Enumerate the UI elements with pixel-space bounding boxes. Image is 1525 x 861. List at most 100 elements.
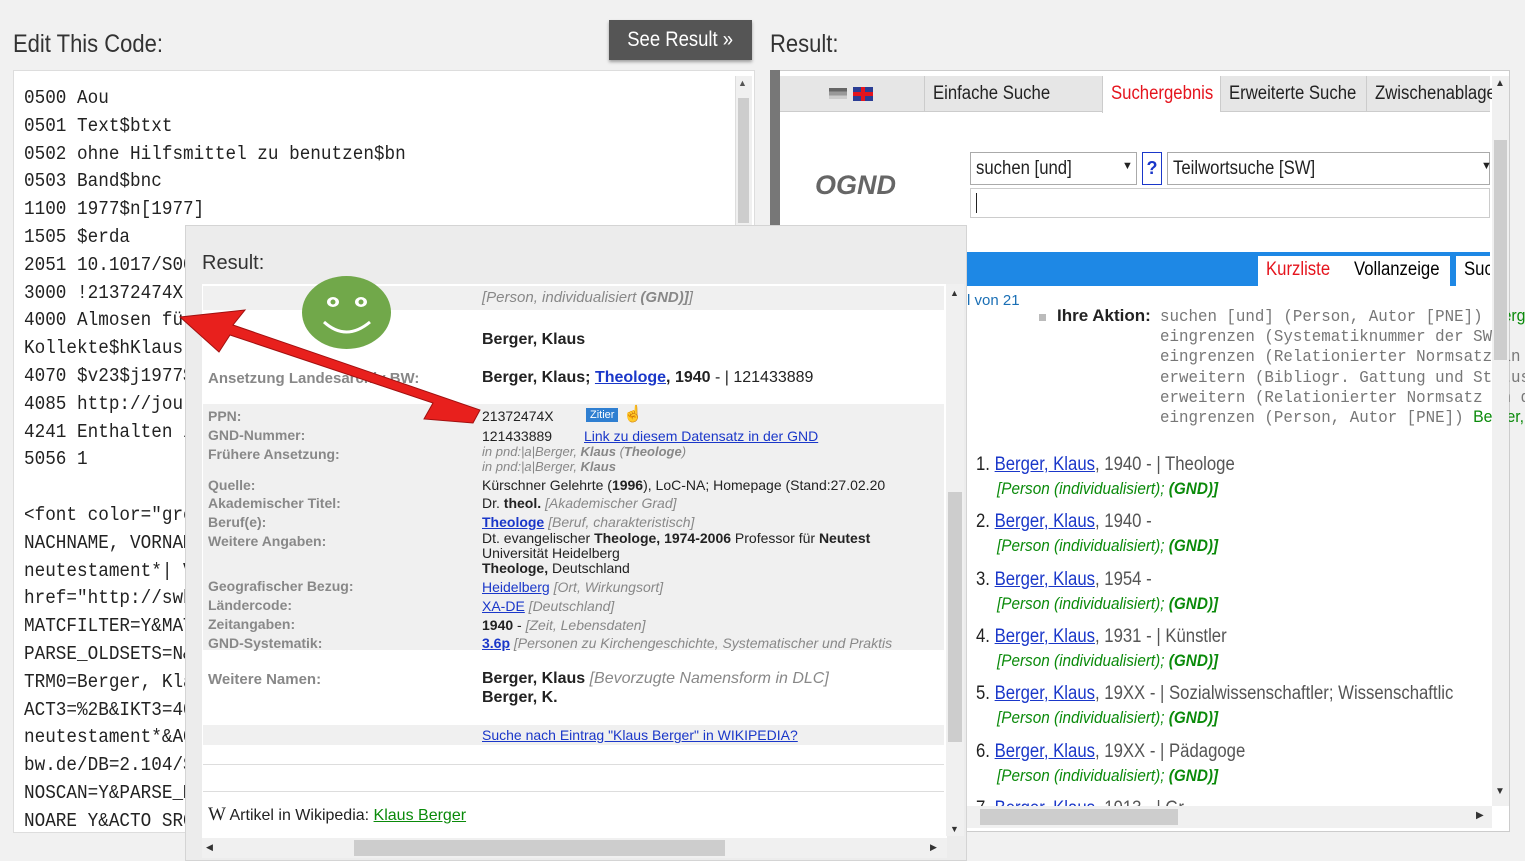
ansetzung-value: Berger, Klaus; Theologe, 1940 - | 121433…	[482, 369, 814, 386]
uk-flag-icon[interactable]	[853, 87, 873, 101]
code-line[interactable]: 1100 1977$n[1977]	[24, 198, 204, 220]
scroll-down-icon[interactable]: ▼	[1495, 786, 1505, 797]
ppn-value: 21372474X	[482, 408, 554, 424]
result-hscrollbar-thumb[interactable]	[980, 809, 1178, 825]
code-line[interactable]: TRM0=Berger, Klau	[24, 671, 204, 693]
person-name: Berger, Klaus	[482, 331, 586, 348]
result-name-link[interactable]: Berger, Klaus	[995, 454, 1095, 475]
namen-label: Weitere Namen:	[208, 671, 322, 688]
laender-value: XA-DE [Deutschland]	[482, 598, 615, 614]
scroll-up-icon[interactable]: ▲	[1495, 78, 1505, 89]
result-item: 6. Berger, Klaus, 19XX - | Pädagoge	[976, 740, 1246, 762]
action-line: eingrenzen (Person, Autor [PNE]) Berger,…	[1160, 407, 1525, 428]
result-name-link[interactable]: Berger, Klaus	[995, 511, 1095, 532]
wiki-article-link[interactable]: Klaus Berger	[374, 807, 467, 824]
weitere-2: Universität Heidelberg	[482, 545, 620, 561]
code-line[interactable]: ACT3=%2B&IKT3=406	[24, 699, 204, 721]
index-chevron-down-icon[interactable]: ▼	[1481, 160, 1492, 172]
wiki-article: W Artikel in Wikipedia: Klaus Berger	[208, 804, 467, 825]
code-line[interactable]: 0502 ohne Hilfsmittel zu benutzen$bn	[24, 143, 406, 165]
code-line[interactable]: NOARE Y&ACTO SRCH	[24, 810, 204, 832]
tab-kurzliste[interactable]: Kurzliste	[1258, 256, 1347, 286]
bullet-icon	[1039, 314, 1046, 321]
scroll-left-icon[interactable]: ◀	[206, 842, 213, 853]
code-line[interactable]: PARSE_OLDSETS=N&I	[24, 643, 204, 665]
syst-link[interactable]: 3.6p	[482, 635, 510, 651]
code-line[interactable]: neutestament*| VE	[24, 560, 204, 582]
tab-zwischenablage[interactable]: Zwischenablage	[1366, 76, 1496, 112]
result-type: [Person (individualisiert); (GND)]	[997, 536, 1219, 556]
overlay-scrollbar-thumb[interactable]	[948, 492, 962, 742]
code-line[interactable]: 5056 1	[24, 448, 88, 470]
code-scrollbar-thumb[interactable]	[738, 98, 749, 223]
result-name-link[interactable]: Berger, Klaus	[995, 683, 1095, 704]
code-line[interactable]: 1505 $erda	[24, 226, 130, 248]
overlay-heading: Result:	[202, 252, 265, 274]
result-item: 2. Berger, Klaus, 1940 -	[976, 511, 1152, 533]
code-line[interactable]: 4000 Almosen für	[24, 309, 194, 331]
result-type: [Person (individualisiert); (GND)]	[997, 708, 1219, 728]
divider	[203, 791, 944, 792]
result-type: [Person (individualisiert); (GND)]	[997, 765, 1219, 785]
theologe-link[interactable]: Theologe	[595, 369, 666, 386]
code-line[interactable]: 0501 Text$btxt	[24, 115, 172, 137]
result-type: [Person (individualisiert); (GND)]	[997, 650, 1219, 670]
tab-suche[interactable]: Suc	[1456, 256, 1490, 286]
result-name-link[interactable]: Berger, Klaus	[995, 741, 1095, 762]
index-select[interactable]: Teilwortsuche [SW]	[1167, 152, 1490, 185]
see-result-button[interactable]: See Result »	[609, 20, 752, 60]
scroll-up-icon[interactable]: ▲	[738, 78, 747, 88]
syst-value: 3.6p [Personen zu Kirchengeschichte, Sys…	[482, 635, 893, 651]
code-line[interactable]: 0500 Aou	[24, 87, 109, 109]
frueher-1: in pnd:|a|Berger, Klaus (Theologe)	[482, 444, 687, 459]
overlay-hscrollbar-thumb[interactable]	[354, 840, 725, 856]
scroll-up-icon[interactable]: ▲	[950, 288, 959, 298]
beruf-link[interactable]: Theologe	[482, 514, 544, 530]
result-scrollbar-thumb[interactable]	[1494, 140, 1507, 360]
gnd-link[interactable]: Link zu diesem Datensatz in der GND	[584, 428, 818, 444]
result-item: 1. Berger, Klaus, 1940 - | Theologe	[976, 454, 1235, 475]
wikipedia-icon: W	[208, 804, 226, 825]
code-line[interactable]: href="http://swb.	[24, 587, 204, 609]
zitier-button[interactable]: Zitier	[586, 408, 619, 422]
result-type: [Person (individualisiert); (GND)]	[997, 593, 1219, 613]
search-input[interactable]	[970, 188, 1490, 218]
result-type: [Person (individualisiert); (GND)]	[997, 479, 1219, 498]
zeit-label: Zeitangaben:	[208, 616, 296, 632]
scroll-right-icon[interactable]: ▶	[930, 842, 937, 853]
heidelberg-link[interactable]: Heidelberg	[482, 579, 550, 595]
weitere-label: Weitere Angaben:	[208, 533, 327, 549]
german-flag-icon[interactable]	[829, 88, 847, 99]
code-line[interactable]: NACHNAME, VORNAME	[24, 532, 204, 554]
tab-suchergebnis[interactable]: Suchergebnis	[1102, 76, 1220, 113]
code-line[interactable]: bw.de/DB=2.104/SE	[24, 754, 204, 776]
action-line: erweitern (Bibliogr. Gattung und Status …	[1160, 368, 1525, 388]
tab-einfache-suche[interactable]: Einfache Suche	[924, 76, 1102, 112]
result-item: 3. Berger, Klaus, 1954 -	[976, 568, 1152, 590]
result-name-link[interactable]: Berger, Klaus	[995, 626, 1095, 647]
divider	[203, 764, 944, 765]
chevron-down-icon[interactable]: ▼	[1122, 160, 1133, 172]
cursor-hand-icon: ☝	[623, 406, 643, 423]
xa-de-link[interactable]: XA-DE	[482, 598, 525, 614]
gnd-value: 121433889	[482, 428, 553, 444]
code-line[interactable]: <font color="gree	[24, 504, 204, 526]
code-line[interactable]: 2051 10.1017/S002	[24, 254, 204, 276]
result-count: l von 21	[967, 292, 1020, 309]
code-line[interactable]: MATCFILTER=Y&MATC	[24, 615, 204, 637]
wiki-search-link[interactable]: Suche nach Eintrag "Klaus Berger" in WIK…	[482, 727, 798, 743]
help-button[interactable]: ?	[1142, 152, 1162, 185]
scroll-down-icon[interactable]: ▼	[950, 824, 959, 834]
syst-label: GND-Systematik:	[208, 635, 323, 651]
action-line: eingrenzen (Relationierter Normsatz in d…	[1160, 348, 1525, 368]
quelle-value: Kürschner Gelehrte (1996), LoC-NA; Homep…	[482, 477, 886, 493]
code-line[interactable]: neutestament*&ACT	[24, 726, 204, 748]
scroll-right-icon[interactable]: ▶	[1476, 810, 1484, 821]
search-mode-select[interactable]: suchen [und]	[970, 152, 1137, 185]
tab-erweiterte-suche[interactable]: Erweiterte Suche	[1220, 76, 1366, 112]
code-line[interactable]: NOSCAN=Y&PARSE_MN	[24, 782, 204, 804]
code-line[interactable]: 0503 Band$bnc	[24, 170, 162, 192]
result-name-link[interactable]: Berger, Klaus	[995, 569, 1095, 590]
tab-vollanzeige[interactable]: Vollanzeige	[1346, 256, 1450, 286]
code-line[interactable]: 3000 !21372474X!$	[24, 282, 204, 304]
